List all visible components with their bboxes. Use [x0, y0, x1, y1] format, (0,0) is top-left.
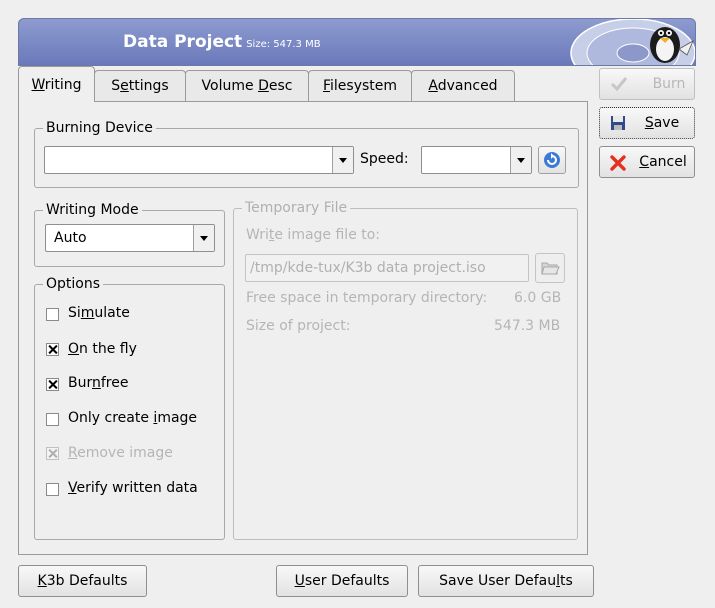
burnfree-checkbox[interactable]: [46, 378, 59, 391]
only-create-image-checkbox[interactable]: [46, 413, 59, 426]
label-text: erify written data: [76, 480, 198, 496]
label-mnemonic: V: [68, 480, 77, 496]
free-space-label: Free space in temporary directory:: [246, 290, 488, 306]
label-text: emove image: [77, 445, 173, 461]
tab-advanced[interactable]: Advanced: [411, 70, 515, 101]
label-mnemonic: R: [68, 445, 78, 461]
burning-device-title: Burning Device: [43, 119, 156, 137]
tab-settings[interactable]: Settings: [94, 70, 186, 101]
label-text: ts: [560, 573, 573, 589]
project-title: Data Project: [123, 32, 243, 52]
label-text: Save User Defau: [439, 573, 557, 589]
project-size-value: 547.3 MB: [494, 318, 561, 334]
user-defaults-button[interactable]: User Defaults: [276, 565, 408, 597]
tab-label: Volume: [201, 78, 259, 94]
label-mnemonic: U: [294, 573, 305, 589]
project-size-label: Size of project:: [246, 318, 351, 334]
burning-device-select[interactable]: [44, 146, 354, 174]
label-text: free: [100, 375, 129, 391]
chevron-down-icon: [193, 225, 214, 251]
label-text: Wri: [246, 227, 269, 243]
only-create-image-label: Only create image: [68, 410, 197, 426]
tab-label-mnemonic: e: [120, 78, 129, 94]
refresh-devices-button[interactable]: [538, 146, 566, 174]
tab-label: esc: [268, 78, 293, 94]
speed-select[interactable]: [421, 146, 532, 174]
tab-label-mnemonic: A: [428, 78, 438, 94]
tab-label: dvanced: [437, 78, 498, 94]
checkmark-icon: [610, 77, 628, 92]
chevron-down-icon: [332, 147, 353, 173]
burn-button[interactable]: Burn: [599, 68, 695, 100]
cancel-x-icon: [610, 155, 626, 171]
label-mnemonic: K: [37, 573, 47, 589]
on-the-fly-checkbox[interactable]: [46, 343, 59, 356]
label-text: mage: [157, 410, 198, 426]
writing-mode-select[interactable]: Auto: [45, 224, 215, 252]
options-title: Options: [43, 275, 104, 293]
label-text: ser Defaults: [304, 573, 390, 589]
cancel-button[interactable]: Cancel: [599, 146, 695, 178]
tab-volume-desc[interactable]: Volume Desc: [185, 70, 309, 101]
floppy-save-icon: [611, 116, 625, 130]
label-mnemonic: n: [92, 375, 101, 391]
speed-label: Speed:: [360, 151, 409, 167]
penguin-cd-logo-icon: [570, 19, 695, 65]
label-text: e image file to:: [274, 227, 381, 243]
remove-image-checkbox[interactable]: [46, 447, 59, 460]
tab-label-mnemonic: D: [258, 78, 269, 94]
on-the-fly-label: On the fly: [68, 341, 137, 357]
label-text: Only create: [68, 410, 154, 426]
tab-filesystem[interactable]: Filesystem: [308, 70, 412, 101]
project-size: Size: 547.3 MB: [246, 39, 321, 50]
refresh-icon: [544, 152, 560, 168]
writing-mode-value: Auto: [54, 230, 87, 246]
label-mnemonic: m: [80, 305, 95, 321]
tab-label-mnemonic: F: [322, 78, 331, 94]
tab-writing[interactable]: Writing: [18, 66, 95, 102]
label-mnemonic: S: [644, 115, 654, 131]
k3b-defaults-button[interactable]: K3b Defaults: [18, 565, 147, 597]
project-title-area: Data Project Size: 547.3 MB: [123, 32, 321, 52]
verify-written-data-checkbox[interactable]: [46, 483, 59, 496]
write-image-file-label: Write image file to:: [246, 227, 380, 243]
temporary-path-input[interactable]: /tmp/kde-tux/K3b data project.iso: [245, 254, 529, 282]
tab-label: riting: [44, 77, 82, 93]
free-space-value: 6.0 GB: [514, 290, 562, 306]
label-text: ancel: [649, 154, 687, 170]
project-header: Data Project Size: 547.3 MB: [18, 18, 696, 66]
simulate-label: Simulate: [68, 305, 130, 321]
writing-mode-title: Writing Mode: [43, 201, 142, 219]
label-text: ave: [653, 115, 680, 131]
tab-label: ilesystem: [330, 78, 398, 94]
label-text: 3b Defaults: [46, 573, 128, 589]
label-text: Si: [68, 305, 81, 321]
verify-written-data-label: Verify written data: [68, 480, 198, 496]
simulate-checkbox[interactable]: [46, 308, 59, 321]
tab-label: ttings: [128, 78, 169, 94]
temporary-file-title: Temporary File: [242, 199, 351, 217]
tab-label-mnemonic: W: [31, 77, 45, 93]
remove-image-label: Remove image: [68, 445, 173, 461]
burnfree-label: Burnfree: [68, 375, 128, 391]
label-text: n the fly: [79, 341, 137, 357]
save-button[interactable]: Save: [599, 107, 695, 139]
browse-folder-button[interactable]: [535, 253, 565, 283]
label-mnemonic: O: [68, 341, 80, 357]
label-text: ulate: [94, 305, 130, 321]
tab-label: S: [111, 78, 121, 94]
chevron-down-icon: [510, 147, 531, 173]
label-mnemonic: C: [639, 154, 650, 170]
label-text: Bur: [68, 375, 92, 391]
temporary-path-value: /tmp/kde-tux/K3b data project.iso: [250, 260, 486, 276]
save-user-defaults-button[interactable]: Save User Defaults: [418, 565, 594, 597]
folder-open-icon: [541, 262, 560, 275]
